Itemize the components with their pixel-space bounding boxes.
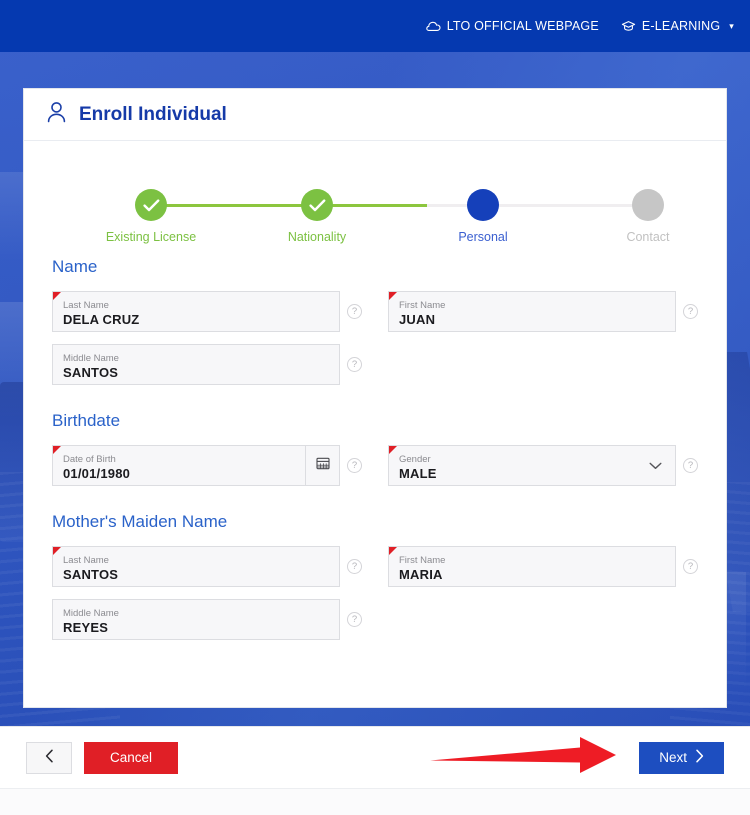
section-heading: Birthdate: [52, 411, 121, 430]
section-heading: Mother's Maiden Name: [52, 512, 228, 531]
chevron-left-icon: [45, 749, 54, 766]
form-row: Last Name DELA CRUZ ? First Name JUAN ?: [52, 291, 698, 332]
top-navigation-bar: LTO OFFICIAL WEBPAGE E-LEARNING ▾: [0, 0, 750, 52]
step-contact[interactable]: Contact: [588, 189, 708, 244]
page-bottom-strip: [0, 788, 750, 815]
step-bullet-complete: [135, 189, 167, 221]
e-learning-menu[interactable]: E-LEARNING ▾: [621, 19, 734, 33]
form-footer: Cancel Next: [0, 726, 750, 788]
back-button[interactable]: [26, 741, 72, 774]
help-icon[interactable]: ?: [347, 612, 362, 627]
field-label: Middle Name: [63, 352, 119, 364]
field-label: Last Name: [63, 554, 109, 566]
step-bullet-complete: [301, 189, 333, 221]
field-value: MALE: [399, 465, 437, 481]
mother-middle-name-field[interactable]: Middle Name REYES: [52, 599, 340, 640]
gender-select[interactable]: Gender MALE: [388, 445, 676, 486]
step-label: Existing License: [105, 230, 197, 244]
form-row: Last Name SANTOS ? First Name MARIA ?: [52, 546, 698, 587]
page-title: Enroll Individual: [79, 103, 227, 125]
chevron-right-icon: [695, 749, 704, 766]
field-value: MARIA: [399, 566, 443, 582]
form-row: Date of Birth 01/01/1980 ? Gender MALE ?: [52, 445, 698, 486]
field-label: First Name: [399, 554, 446, 566]
date-of-birth-field[interactable]: Date of Birth 01/01/1980: [52, 445, 340, 486]
form-row: Middle Name REYES ?: [52, 599, 698, 640]
section-birthdate: Birthdate Date of Birth 01/01/1980 ? Gen…: [52, 411, 698, 486]
help-icon[interactable]: ?: [347, 304, 362, 319]
background-landmark-watermark: [0, 172, 24, 262]
chevron-down-icon: ▾: [729, 20, 734, 31]
form-column: Date of Birth 01/01/1980 ?: [52, 445, 362, 486]
form-column: First Name JUAN ?: [388, 291, 698, 332]
step-personal[interactable]: Personal: [423, 189, 543, 244]
field-value: SANTOS: [63, 566, 119, 582]
person-icon: [46, 101, 67, 129]
e-learning-label: E-LEARNING: [641, 19, 721, 33]
form-column-empty: [388, 344, 698, 385]
help-icon[interactable]: ?: [347, 357, 362, 372]
check-icon: [142, 198, 159, 211]
field-label: Middle Name: [63, 607, 119, 619]
form-column: Middle Name SANTOS ?: [52, 344, 362, 385]
form-column: Middle Name REYES ?: [52, 599, 362, 640]
form-column: First Name MARIA ?: [388, 546, 698, 587]
field-label: Date of Birth: [63, 453, 116, 465]
field-value: SANTOS: [63, 364, 119, 380]
form-row: Middle Name SANTOS ?: [52, 344, 698, 385]
lto-official-webpage-label: LTO OFFICIAL WEBPAGE: [446, 19, 599, 33]
column-gap: [362, 546, 388, 587]
help-icon[interactable]: ?: [683, 559, 698, 574]
step-bullet-pending: [632, 189, 664, 221]
field-value: REYES: [63, 619, 109, 635]
calendar-picker-button[interactable]: [305, 446, 339, 485]
middle-name-field[interactable]: Middle Name SANTOS: [52, 344, 340, 385]
form-column: Gender MALE ?: [388, 445, 698, 486]
field-value: DELA CRUZ: [63, 311, 140, 327]
field-label: Gender: [399, 453, 431, 465]
next-button-label: Next: [659, 750, 687, 765]
step-bullet-active: [467, 189, 499, 221]
form-column: Last Name DELA CRUZ ?: [52, 291, 362, 332]
section-name: Name Last Name DELA CRUZ ? First Name JU…: [52, 257, 698, 385]
step-existing-license[interactable]: Existing License: [91, 189, 211, 244]
field-label: First Name: [399, 299, 446, 311]
form-column: Last Name SANTOS ?: [52, 546, 362, 587]
column-gap: [362, 291, 388, 332]
field-label: Last Name: [63, 299, 109, 311]
section-heading: Name: [52, 257, 98, 276]
card-header: Enroll Individual: [24, 89, 726, 141]
help-icon[interactable]: ?: [347, 458, 362, 473]
mother-last-name-field[interactable]: Last Name SANTOS: [52, 546, 340, 587]
form-body: Name Last Name DELA CRUZ ? First Name JU…: [24, 257, 726, 640]
column-gap: [362, 599, 388, 640]
help-icon[interactable]: ?: [683, 304, 698, 319]
cloud-icon: [425, 21, 441, 32]
cancel-button[interactable]: Cancel: [84, 741, 179, 774]
column-gap: [362, 445, 388, 486]
step-label: Personal: [458, 230, 508, 244]
form-column-empty: [388, 599, 698, 640]
column-gap: [362, 344, 388, 385]
step-label: Nationality: [287, 230, 347, 244]
help-icon[interactable]: ?: [347, 559, 362, 574]
lto-official-webpage-link[interactable]: LTO OFFICIAL WEBPAGE: [425, 19, 599, 33]
page-root: LTO OFFICIAL WEBPAGE E-LEARNING ▾ Enroll…: [0, 0, 750, 815]
step-label: Contact: [626, 230, 670, 244]
check-icon: [308, 198, 325, 211]
mother-first-name-field[interactable]: First Name MARIA: [388, 546, 676, 587]
next-button[interactable]: Next: [639, 741, 724, 774]
first-name-field[interactable]: First Name JUAN: [388, 291, 676, 332]
field-value: 01/01/1980: [63, 465, 131, 481]
help-icon[interactable]: ?: [683, 458, 698, 473]
progress-stepper: Existing License Nationality Personal Co…: [24, 141, 726, 247]
graduation-cap-icon: [621, 20, 636, 33]
section-mothers-maiden-name: Mother's Maiden Name Last Name SANTOS ?: [52, 512, 698, 640]
field-value: JUAN: [399, 311, 436, 327]
step-nationality[interactable]: Nationality: [257, 189, 377, 244]
calendar-icon: [315, 456, 330, 475]
last-name-field[interactable]: Last Name DELA CRUZ: [52, 291, 340, 332]
enroll-individual-card: Enroll Individual Existing License Natio…: [23, 88, 727, 708]
